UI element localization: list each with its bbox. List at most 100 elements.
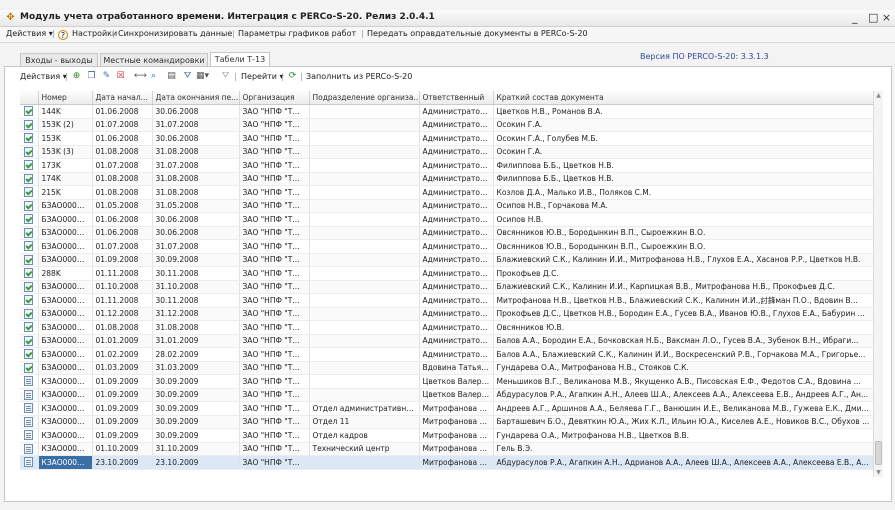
row-status-cell [20, 320, 39, 335]
table-row[interactable]: КЗАО00000... 01.09.2009 30.09.2009 ЗАО "НПФ… [20, 401, 883, 416]
table-row[interactable]: КЗАО00000... 01.10.2009 31.10.2009 ЗАО "НПФ… [20, 442, 883, 456]
menu-settings[interactable]: Настройки [72, 29, 117, 38]
cell-number: 153K [38, 131, 93, 146]
toolbar-goto[interactable]: Перейти ▾ [241, 70, 284, 83]
add-icon[interactable]: ⊕ [71, 71, 82, 82]
table-row[interactable]: 288K 01.11.2008 30.11.2008 ЗАО "НПФ "Т... Ад… [20, 266, 883, 281]
row-status-cell [20, 334, 39, 348]
table-row[interactable]: БЗАО00000... 01.03.2009 31.03.2009 ЗАО "НПФ… [20, 361, 883, 375]
table-row[interactable]: БЗАО00000... 01.11.2008 30.11.2008 ЗАО "НПФ… [20, 293, 883, 308]
menu-sync[interactable]: Синхронизировать данные [118, 29, 232, 38]
cell-department [309, 185, 420, 200]
cell-summary: Осокин Г.А., Голубев М.Б. [493, 131, 883, 146]
cell-start-date: 01.09.2009 [92, 388, 153, 402]
column-header-start-date[interactable]: Дата начал... [92, 91, 153, 105]
cell-end-date: 31.01.2009 [152, 334, 240, 348]
cell-organization: ЗАО "НПФ "Т... [239, 118, 310, 132]
column-header-responsible[interactable]: Ответственный [419, 91, 494, 105]
find-icon[interactable]: ⌕ [148, 71, 159, 82]
cell-start-date: 01.06.2008 [92, 131, 153, 146]
cell-number: 174K [38, 172, 93, 186]
scrollbar-thumb[interactable] [875, 441, 882, 465]
table-row[interactable]: 173K 01.07.2008 31.07.2008 ЗАО "НПФ "Т... Ад… [20, 158, 883, 173]
column-header-organization[interactable]: Организация [239, 91, 310, 105]
refresh-icon[interactable]: ⟳ [287, 71, 298, 82]
cell-start-date: 01.10.2008 [92, 280, 153, 294]
row-status-cell [20, 226, 39, 240]
edit-icon[interactable]: ✎ [101, 71, 112, 82]
cell-summary: Гундарева О.А., Митрофанова Н.В., Цветко… [493, 428, 883, 443]
cell-department: Технический центр [309, 442, 420, 456]
table-row[interactable]: 144K 01.06.2008 30.06.2008 ЗАО "НПФ "Т... Ад… [20, 104, 883, 119]
cell-organization: ЗАО "НПФ "Т... [239, 131, 310, 146]
cell-organization: ЗАО "НПФ "Т... [239, 401, 310, 416]
table-row[interactable]: БЗАО00000... 01.07.2008 31.07.2008 ЗАО "НПФ… [20, 239, 883, 254]
cell-number: 153K (3) [38, 145, 93, 159]
row-status-cell [20, 199, 39, 213]
cell-number: БЗАО00000... [38, 226, 93, 240]
fill-from-perco-button[interactable]: Заполнить из PERCo-S-20 [306, 70, 412, 83]
tab-timesheets-t13[interactable]: Табели Т-13 [210, 52, 270, 66]
column-header-end-date[interactable]: Дата окончания пе... [152, 91, 240, 105]
table-row[interactable]: БЗАО00000... 01.09.2008 30.09.2008 ЗАО "НПФ… [20, 253, 883, 267]
cell-organization: ЗАО "НПФ "Т... [239, 388, 310, 402]
scroll-down-icon[interactable]: ▼ [874, 468, 883, 477]
table-row[interactable]: КЗАО00000... 23.10.2009 23.10.2009 ЗАО "НПФ… [20, 455, 883, 470]
table-row[interactable]: 153K (2) 01.07.2008 31.07.2008 ЗАО "НПФ "Т.… [20, 118, 883, 132]
cell-department [309, 320, 420, 335]
table-row[interactable]: 153K (3) 01.08.2008 31.08.2008 ЗАО "НПФ "Т.… [20, 145, 883, 159]
filter-icon[interactable]: ⛛ [182, 71, 193, 82]
list-settings-icon[interactable]: ▤ [166, 71, 177, 82]
scroll-up-icon[interactable]: ▲ [874, 91, 883, 100]
table-row[interactable]: БЗАО00000... 01.12.2008 31.12.2008 ЗАО "НПФ… [20, 307, 883, 321]
column-header-department[interactable]: Подразделение организа... [309, 91, 420, 105]
table-row[interactable]: БЗАО00000... 01.02.2009 28.02.2009 ЗАО "НПФ… [20, 347, 883, 362]
table-row[interactable]: 215K 01.08.2008 31.08.2008 ЗАО "НПФ "Т... Ад… [20, 185, 883, 200]
table-row[interactable]: КЗАО00000... 01.09.2009 30.09.2009 ЗАО "НПФ… [20, 388, 883, 402]
cell-department [309, 307, 420, 321]
cell-department [309, 266, 420, 281]
tab-entries-exits[interactable]: Входы - выходы [20, 53, 98, 66]
cell-end-date: 30.06.2008 [152, 131, 240, 146]
table-row[interactable]: БЗАО00000... 01.06.2008 30.06.2008 ЗАО "НПФ… [20, 226, 883, 240]
cell-department [309, 388, 420, 402]
row-status-cell [20, 280, 39, 294]
menu-transfer[interactable]: Передать оправдательные документы в PERC… [367, 29, 588, 38]
filter-dropdown-icon[interactable]: ▦▾ [196, 71, 209, 82]
cell-summary: Прокофьев Д.С., Цветков Н.В., Бородин Е.… [493, 307, 883, 321]
copy-icon[interactable]: ❐ [86, 71, 97, 82]
document-icon [24, 443, 34, 454]
column-header-number[interactable]: Номер [38, 91, 93, 105]
cell-department [309, 131, 420, 146]
table-row[interactable]: 174K 01.08.2008 31.08.2008 ЗАО "НПФ "Т... Ад… [20, 172, 883, 186]
cell-start-date: 01.03.2009 [92, 361, 153, 375]
tab-local-trips[interactable]: Местные командировки [100, 53, 208, 66]
cell-responsible: Митрофанова На... [419, 442, 494, 456]
column-header-summary[interactable]: Краткий состав документа [493, 91, 883, 105]
table-row[interactable]: БЗАО00000... 01.10.2008 31.10.2008 ЗАО "НПФ… [20, 280, 883, 294]
menu-actions[interactable]: Действия ▾ [6, 29, 53, 38]
cell-number: БЗАО00000... [38, 334, 93, 348]
table-row[interactable]: КЗАО00000... 01.09.2009 30.09.2009 ЗАО "НПФ… [20, 374, 883, 389]
delete-icon[interactable]: ☒ [115, 71, 126, 82]
toolbar-actions[interactable]: Действия ▾ [20, 70, 67, 83]
title-bar: ✥ Модуль учета отработанного времени. Ин… [0, 10, 895, 27]
table-row[interactable]: БЗАО00000... 01.08.2008 31.08.2008 ЗАО "НПФ… [20, 320, 883, 335]
close-button[interactable]: □ × [868, 11, 891, 24]
vertical-scrollbar[interactable]: ▲ ▼ [873, 91, 883, 477]
cell-responsible: Администратор1С [419, 307, 494, 321]
table-row[interactable]: 153K 01.06.2008 30.06.2008 ЗАО "НПФ "Т... Ад… [20, 131, 883, 146]
cell-organization: ЗАО "НПФ "Т... [239, 158, 310, 173]
table-row[interactable]: КЗАО00000... 01.09.2009 30.09.2009 ЗАО "НПФ… [20, 428, 883, 443]
cell-end-date: 31.07.2008 [152, 158, 240, 173]
table-row[interactable]: БЗАО00000... 01.06.2008 30.06.2008 ЗАО "НПФ… [20, 212, 883, 227]
minimize-button[interactable]: _ [852, 11, 858, 24]
table-row[interactable]: БЗАО00000... 01.05.2008 31.05.2008 ЗАО "НПФ… [20, 199, 883, 213]
cell-end-date: 30.09.2009 [152, 415, 240, 429]
clear-filter-icon[interactable]: ⛛ [220, 71, 231, 82]
cell-start-date: 01.08.2008 [92, 172, 153, 186]
table-row[interactable]: БЗАО00000... 01.01.2009 31.01.2009 ЗАО "НПФ… [20, 334, 883, 348]
hierarchy-icon[interactable]: ⟷ [134, 71, 147, 82]
menu-schedule-params[interactable]: Параметры графиков работ [238, 29, 356, 38]
table-row[interactable]: КЗАО00000... 01.09.2009 30.09.2009 ЗАО "НПФ… [20, 415, 883, 429]
